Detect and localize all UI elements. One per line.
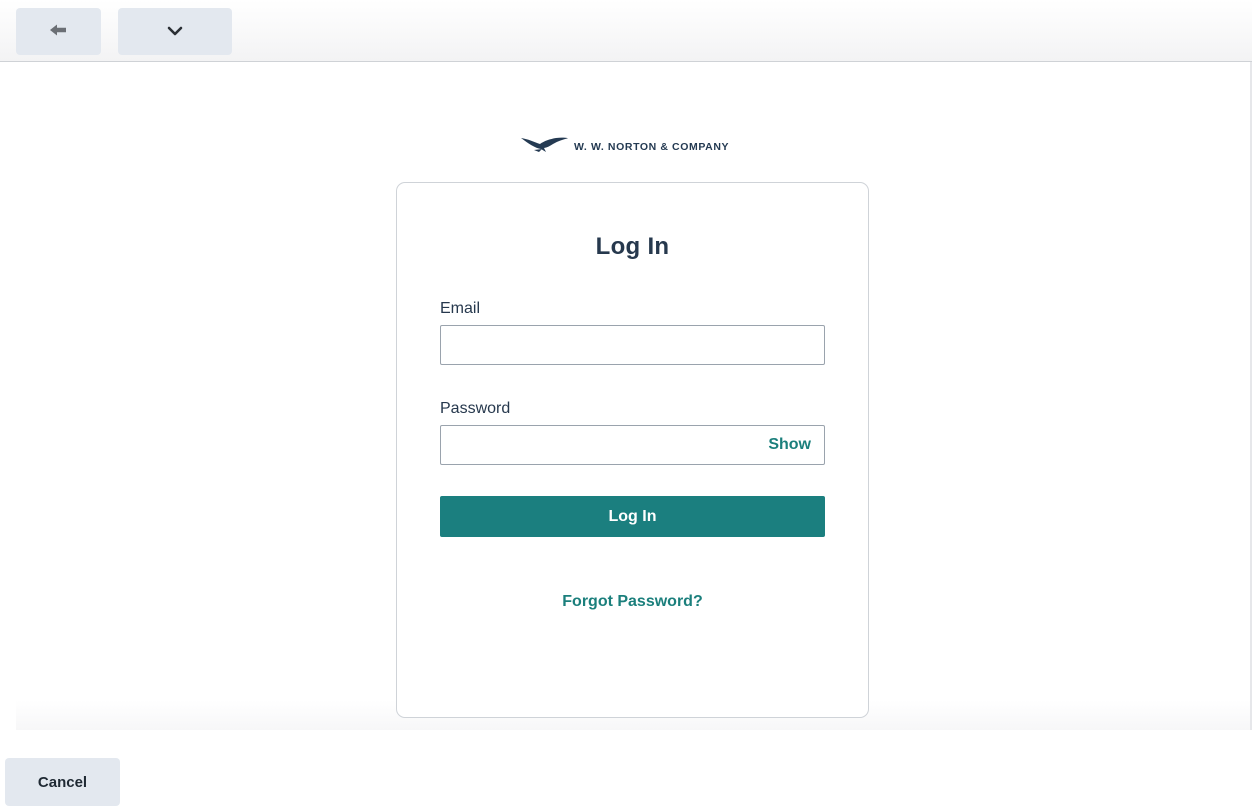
back-button[interactable] [16, 8, 101, 55]
email-label: Email [440, 300, 481, 317]
top-toolbar [0, 0, 1252, 62]
chevron-down-icon [167, 23, 183, 41]
show-password-button[interactable]: Show [757, 425, 825, 465]
login-title: Log In [595, 233, 670, 260]
email-input[interactable] [440, 325, 825, 365]
cancel-button[interactable]: Cancel [5, 758, 120, 806]
login-card: Log In Email Password Show Log In Forgot… [396, 182, 869, 718]
login-submit-button[interactable]: Log In [440, 496, 825, 537]
bird-logo-icon [520, 135, 568, 160]
menu-dropdown-button[interactable] [118, 8, 232, 55]
password-label: Password [440, 400, 511, 417]
arrow-left-icon [49, 23, 68, 41]
publisher-logo: W. W. NORTON & COMPANY [520, 136, 729, 158]
logo-text: W. W. NORTON & COMPANY [574, 141, 730, 153]
forgot-password-link[interactable]: Forgot Password? [397, 593, 868, 611]
